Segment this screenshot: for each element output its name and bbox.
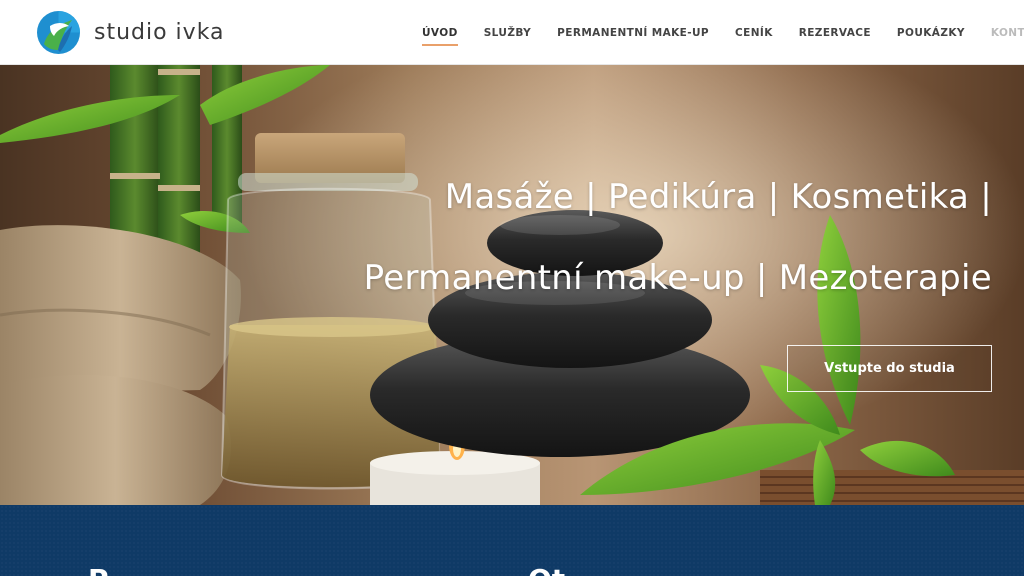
brand-name: studio ivka: [94, 20, 225, 45]
nav-item-cenik[interactable]: CENÍK: [735, 27, 773, 39]
nav-item-uvod[interactable]: ÚVOD: [422, 27, 458, 46]
hero-banner: Masáže | Pedikúra | Kosmetika | Permanen…: [0, 65, 1024, 505]
nav-item-permanentni-make-up[interactable]: PERMANENTNÍ MAKE-UP: [557, 27, 709, 39]
nav-item-sluzby[interactable]: SLUŽBY: [484, 27, 531, 39]
info-band: P Ot...: [0, 505, 1024, 576]
enter-studio-button[interactable]: Vstupte do studia: [787, 345, 992, 392]
hero-services-line-1: Masáže | Pedikúra | Kosmetika |: [444, 177, 992, 217]
nav-item-poukazky[interactable]: POUKÁZKY: [897, 27, 965, 39]
site-header: studio ivka ÚVOD SLUŽBY PERMANENTNÍ MAKE…: [0, 0, 1024, 65]
leaf-drop-logo-icon: [37, 11, 80, 54]
section-heading-right: Ot...: [528, 563, 597, 576]
nav-item-kontakt[interactable]: KONTAKT: [991, 27, 1024, 39]
main-nav: ÚVOD SLUŽBY PERMANENTNÍ MAKE-UP CENÍK RE…: [422, 0, 1024, 65]
nav-item-rezervace[interactable]: REZERVACE: [799, 27, 871, 39]
brand-logo[interactable]: studio ivka: [36, 10, 225, 55]
section-heading-left: P: [88, 563, 109, 576]
hero-services-line-2: Permanentní make-up | Mezoterapie: [363, 258, 992, 298]
